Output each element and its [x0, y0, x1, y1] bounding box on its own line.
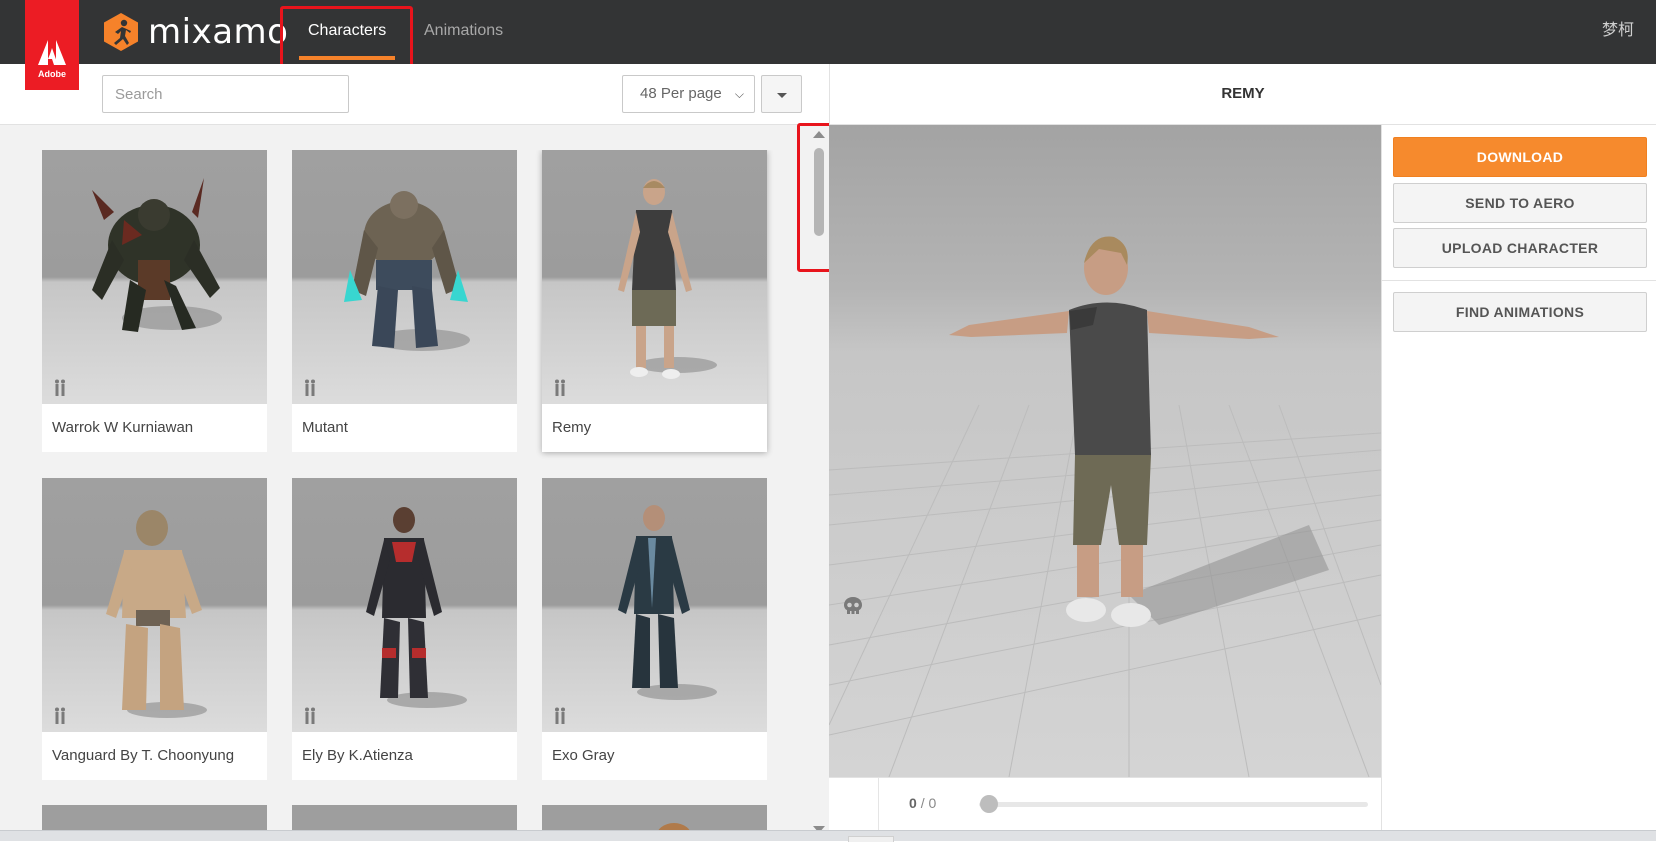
- search-input[interactable]: [102, 75, 349, 113]
- panel-divider: [1382, 280, 1656, 281]
- viewer-title: REMY: [829, 64, 1656, 125]
- character-card[interactable]: Ely By K.Atienza: [292, 478, 517, 780]
- character-thumbnail: [42, 478, 267, 732]
- timeline-slider-track[interactable]: [979, 802, 1368, 807]
- user-menu[interactable]: 梦柯: [1602, 0, 1634, 62]
- frame-current: 0: [909, 795, 917, 811]
- warrok-figure-image: [92, 178, 222, 332]
- animation-timeline: 0 / 0: [829, 777, 1381, 831]
- rig-icon: [305, 707, 315, 724]
- upload-character-button[interactable]: UPLOAD CHARACTER: [1393, 228, 1647, 268]
- top-bar: mixamo Characters Animations 梦柯: [0, 0, 1656, 64]
- character-name: Exo Gray: [552, 747, 615, 764]
- frame-total: / 0: [920, 795, 937, 811]
- viewport-scene: [829, 125, 1381, 777]
- brand-wordmark: mixamo: [148, 12, 289, 52]
- action-panel: DOWNLOAD SEND TO AERO UPLOAD CHARACTER F…: [1381, 125, 1656, 841]
- adobe-logo[interactable]: Adobe: [25, 0, 79, 90]
- character-name: Warrok W Kurniawan: [52, 419, 194, 436]
- rig-icon: [555, 379, 565, 396]
- per-page-select[interactable]: 48 Per page ⌵: [622, 75, 755, 113]
- find-animations-button[interactable]: FIND ANIMATIONS: [1393, 292, 1647, 332]
- per-page-value: 48 Per page: [640, 85, 722, 102]
- character-thumbnail: [292, 150, 517, 404]
- rig-icon: [555, 707, 565, 724]
- timeline-divider: [878, 778, 879, 831]
- character-card-selected[interactable]: Remy: [542, 150, 767, 452]
- character-grid: Warrok W Kurniawan Mutant Remy Vanguard …: [42, 150, 782, 841]
- mixamo-logo[interactable]: mixamo: [102, 12, 288, 52]
- chevron-down-icon: ⌵: [734, 87, 744, 101]
- sort-dropdown-button[interactable]: [761, 75, 802, 113]
- rig-icon: [55, 707, 65, 724]
- characters-tab-highlight-box: [280, 6, 413, 68]
- character-card[interactable]: Mutant: [292, 150, 517, 452]
- timeline-slider-knob[interactable]: [980, 795, 998, 813]
- character-name: Vanguard By T. Choonyung: [52, 747, 235, 764]
- rig-icon: [55, 379, 65, 396]
- tab-animations[interactable]: Animations: [406, 0, 521, 64]
- vanguard-figure-image: [106, 510, 207, 718]
- character-browser: 48 Per page ⌵: [0, 64, 841, 841]
- character-thumbnail: [42, 150, 267, 404]
- character-name: Ely By K.Atienza: [302, 747, 413, 764]
- rig-icon: [305, 379, 315, 396]
- skeleton-toggle-icon[interactable]: [841, 595, 865, 619]
- adobe-a-icon: [38, 40, 66, 65]
- 3d-viewport[interactable]: [829, 125, 1381, 777]
- browser-toolbar: 48 Per page ⌵: [0, 64, 829, 125]
- remy-figure-image: [618, 179, 717, 379]
- character-card[interactable]: Vanguard By T. Choonyung: [42, 478, 267, 780]
- character-card[interactable]: Exo Gray: [542, 478, 767, 780]
- mixamo-hex-icon: [104, 13, 138, 51]
- send-to-aero-button[interactable]: SEND TO AERO: [1393, 183, 1647, 223]
- character-card[interactable]: Warrok W Kurniawan: [42, 150, 267, 452]
- character-thumbnail: [542, 150, 767, 404]
- character-thumbnail: [292, 478, 517, 732]
- character-thumbnail: [542, 478, 767, 732]
- ely-figure-image: [366, 507, 467, 708]
- mutant-figure-image: [344, 191, 470, 351]
- frame-counter: 0 / 0: [909, 778, 936, 828]
- download-button[interactable]: DOWNLOAD: [1393, 137, 1647, 177]
- character-name: Remy: [552, 419, 592, 436]
- character-name: Mutant: [302, 419, 348, 436]
- adobe-label: Adobe: [38, 69, 66, 79]
- window-bottom-edge: [0, 830, 1656, 842]
- bottom-tab-handle: [848, 836, 894, 842]
- exo-gray-figure-image: [618, 505, 717, 700]
